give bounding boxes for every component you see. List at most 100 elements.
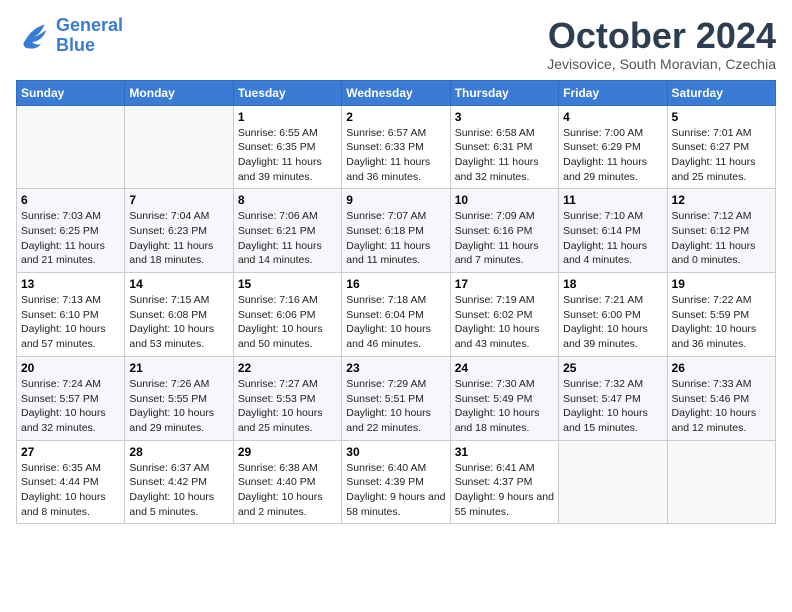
calendar-cell xyxy=(559,440,667,524)
page-header: General Blue October 2024 Jevisovice, So… xyxy=(16,16,776,72)
calendar-week-row: 13 Sunrise: 7:13 AM Sunset: 6:10 PM Dayli… xyxy=(17,273,776,357)
logo-line1: General xyxy=(56,15,123,35)
calendar-cell xyxy=(667,440,775,524)
calendar-week-row: 1Sunrise: 6:55 AM Sunset: 6:35 PM Daylig… xyxy=(17,105,776,189)
day-number: 12 xyxy=(672,193,771,207)
calendar-cell: 10 Sunrise: 7:09 AM Sunset: 6:16 PM Dayli… xyxy=(450,189,558,273)
calendar-cell: 28Sunrise: 6:37 AM Sunset: 4:42 PM Dayli… xyxy=(125,440,233,524)
day-info: Sunrise: 7:15 AM Sunset: 6:08 PM Dayligh… xyxy=(129,293,228,352)
day-number: 7 xyxy=(129,193,228,207)
location: Jevisovice, South Moravian, Czechia xyxy=(547,56,776,72)
calendar-cell: 26 Sunrise: 7:33 AM Sunset: 5:46 PM Dayli… xyxy=(667,356,775,440)
day-info: Sunrise: 7:10 AM Sunset: 6:14 PM Dayligh… xyxy=(563,209,662,268)
calendar-table: SundayMondayTuesdayWednesdayThursdayFrid… xyxy=(16,80,776,525)
calendar-cell: 29 Sunrise: 6:38 AM Sunset: 4:40 PM Dayli… xyxy=(233,440,341,524)
day-info: Sunrise: 7:03 AM Sunset: 6:25 PM Dayligh… xyxy=(21,209,120,268)
day-number: 20 xyxy=(21,361,120,375)
day-info: Sunrise: 6:57 AM Sunset: 6:33 PM Dayligh… xyxy=(346,126,445,185)
day-number: 16 xyxy=(346,277,445,291)
calendar-cell: 12 Sunrise: 7:12 AM Sunset: 6:12 PM Dayli… xyxy=(667,189,775,273)
calendar-cell: 22 Sunrise: 7:27 AM Sunset: 5:53 PM Dayli… xyxy=(233,356,341,440)
day-info: Sunrise: 7:01 AM Sunset: 6:27 PM Dayligh… xyxy=(672,126,771,185)
day-number: 30 xyxy=(346,445,445,459)
day-number: 8 xyxy=(238,193,337,207)
calendar-cell: 1Sunrise: 6:55 AM Sunset: 6:35 PM Daylig… xyxy=(233,105,341,189)
day-info: Sunrise: 6:35 AM Sunset: 4:44 PM Dayligh… xyxy=(21,461,120,520)
logo-line2: Blue xyxy=(56,36,123,56)
title-area: October 2024 Jevisovice, South Moravian,… xyxy=(547,16,776,72)
day-info: Sunrise: 7:30 AM Sunset: 5:49 PM Dayligh… xyxy=(455,377,554,436)
day-number: 3 xyxy=(455,110,554,124)
calendar-cell: 27 Sunrise: 6:35 AM Sunset: 4:44 PM Dayli… xyxy=(17,440,125,524)
day-info: Sunrise: 7:12 AM Sunset: 6:12 PM Dayligh… xyxy=(672,209,771,268)
day-info: Sunrise: 7:07 AM Sunset: 6:18 PM Dayligh… xyxy=(346,209,445,268)
calendar-cell: 15Sunrise: 7:16 AM Sunset: 6:06 PM Dayli… xyxy=(233,273,341,357)
day-number: 6 xyxy=(21,193,120,207)
calendar-cell: 24 Sunrise: 7:30 AM Sunset: 5:49 PM Dayli… xyxy=(450,356,558,440)
day-info: Sunrise: 7:09 AM Sunset: 6:16 PM Dayligh… xyxy=(455,209,554,268)
day-info: Sunrise: 7:04 AM Sunset: 6:23 PM Dayligh… xyxy=(129,209,228,268)
calendar-cell: 8 Sunrise: 7:06 AM Sunset: 6:21 PM Daylig… xyxy=(233,189,341,273)
day-info: Sunrise: 7:33 AM Sunset: 5:46 PM Dayligh… xyxy=(672,377,771,436)
day-number: 2 xyxy=(346,110,445,124)
calendar-cell: 13 Sunrise: 7:13 AM Sunset: 6:10 PM Dayli… xyxy=(17,273,125,357)
day-info: Sunrise: 7:29 AM Sunset: 5:51 PM Dayligh… xyxy=(346,377,445,436)
calendar-week-row: 20 Sunrise: 7:24 AM Sunset: 5:57 PM Dayli… xyxy=(17,356,776,440)
calendar-cell xyxy=(17,105,125,189)
weekday-header: Sunday xyxy=(17,80,125,105)
weekday-header: Wednesday xyxy=(342,80,450,105)
day-number: 25 xyxy=(563,361,662,375)
day-number: 22 xyxy=(238,361,337,375)
calendar-cell: 11 Sunrise: 7:10 AM Sunset: 6:14 PM Dayli… xyxy=(559,189,667,273)
day-number: 23 xyxy=(346,361,445,375)
day-info: Sunrise: 6:38 AM Sunset: 4:40 PM Dayligh… xyxy=(238,461,337,520)
day-number: 27 xyxy=(21,445,120,459)
logo-bird-icon xyxy=(16,21,52,51)
day-info: Sunrise: 7:13 AM Sunset: 6:10 PM Dayligh… xyxy=(21,293,120,352)
calendar-cell: 25Sunrise: 7:32 AM Sunset: 5:47 PM Dayli… xyxy=(559,356,667,440)
day-info: Sunrise: 7:24 AM Sunset: 5:57 PM Dayligh… xyxy=(21,377,120,436)
day-number: 14 xyxy=(129,277,228,291)
day-info: Sunrise: 6:58 AM Sunset: 6:31 PM Dayligh… xyxy=(455,126,554,185)
weekday-header: Monday xyxy=(125,80,233,105)
day-info: Sunrise: 7:16 AM Sunset: 6:06 PM Dayligh… xyxy=(238,293,337,352)
calendar-week-row: 6 Sunrise: 7:03 AM Sunset: 6:25 PM Daylig… xyxy=(17,189,776,273)
calendar-cell: 16 Sunrise: 7:18 AM Sunset: 6:04 PM Dayli… xyxy=(342,273,450,357)
day-info: Sunrise: 7:19 AM Sunset: 6:02 PM Dayligh… xyxy=(455,293,554,352)
calendar-cell: 20 Sunrise: 7:24 AM Sunset: 5:57 PM Dayli… xyxy=(17,356,125,440)
day-info: Sunrise: 7:21 AM Sunset: 6:00 PM Dayligh… xyxy=(563,293,662,352)
weekday-header: Friday xyxy=(559,80,667,105)
day-info: Sunrise: 7:26 AM Sunset: 5:55 PM Dayligh… xyxy=(129,377,228,436)
day-number: 29 xyxy=(238,445,337,459)
calendar-cell: 30Sunrise: 6:40 AM Sunset: 4:39 PM Dayli… xyxy=(342,440,450,524)
day-info: Sunrise: 7:00 AM Sunset: 6:29 PM Dayligh… xyxy=(563,126,662,185)
day-info: Sunrise: 7:18 AM Sunset: 6:04 PM Dayligh… xyxy=(346,293,445,352)
calendar-cell: 4 Sunrise: 7:00 AM Sunset: 6:29 PM Daylig… xyxy=(559,105,667,189)
calendar-cell: 2 Sunrise: 6:57 AM Sunset: 6:33 PM Daylig… xyxy=(342,105,450,189)
day-info: Sunrise: 7:27 AM Sunset: 5:53 PM Dayligh… xyxy=(238,377,337,436)
weekday-header-row: SundayMondayTuesdayWednesdayThursdayFrid… xyxy=(17,80,776,105)
day-number: 31 xyxy=(455,445,554,459)
day-number: 17 xyxy=(455,277,554,291)
month-title: October 2024 xyxy=(547,16,776,56)
calendar-cell: 6 Sunrise: 7:03 AM Sunset: 6:25 PM Daylig… xyxy=(17,189,125,273)
calendar-cell: 9Sunrise: 7:07 AM Sunset: 6:18 PM Daylig… xyxy=(342,189,450,273)
calendar-cell: 19 Sunrise: 7:22 AM Sunset: 5:59 PM Dayli… xyxy=(667,273,775,357)
day-info: Sunrise: 6:55 AM Sunset: 6:35 PM Dayligh… xyxy=(238,126,337,185)
weekday-header: Saturday xyxy=(667,80,775,105)
day-number: 18 xyxy=(563,277,662,291)
calendar-cell: 3 Sunrise: 6:58 AM Sunset: 6:31 PM Daylig… xyxy=(450,105,558,189)
logo: General Blue xyxy=(16,16,123,56)
day-number: 4 xyxy=(563,110,662,124)
day-info: Sunrise: 7:22 AM Sunset: 5:59 PM Dayligh… xyxy=(672,293,771,352)
day-number: 19 xyxy=(672,277,771,291)
day-number: 26 xyxy=(672,361,771,375)
calendar-cell: 31Sunrise: 6:41 AM Sunset: 4:37 PM Dayli… xyxy=(450,440,558,524)
day-number: 10 xyxy=(455,193,554,207)
calendar-cell: 18 Sunrise: 7:21 AM Sunset: 6:00 PM Dayli… xyxy=(559,273,667,357)
calendar-cell: 21Sunrise: 7:26 AM Sunset: 5:55 PM Dayli… xyxy=(125,356,233,440)
day-number: 13 xyxy=(21,277,120,291)
day-info: Sunrise: 7:06 AM Sunset: 6:21 PM Dayligh… xyxy=(238,209,337,268)
day-number: 11 xyxy=(563,193,662,207)
day-number: 24 xyxy=(455,361,554,375)
